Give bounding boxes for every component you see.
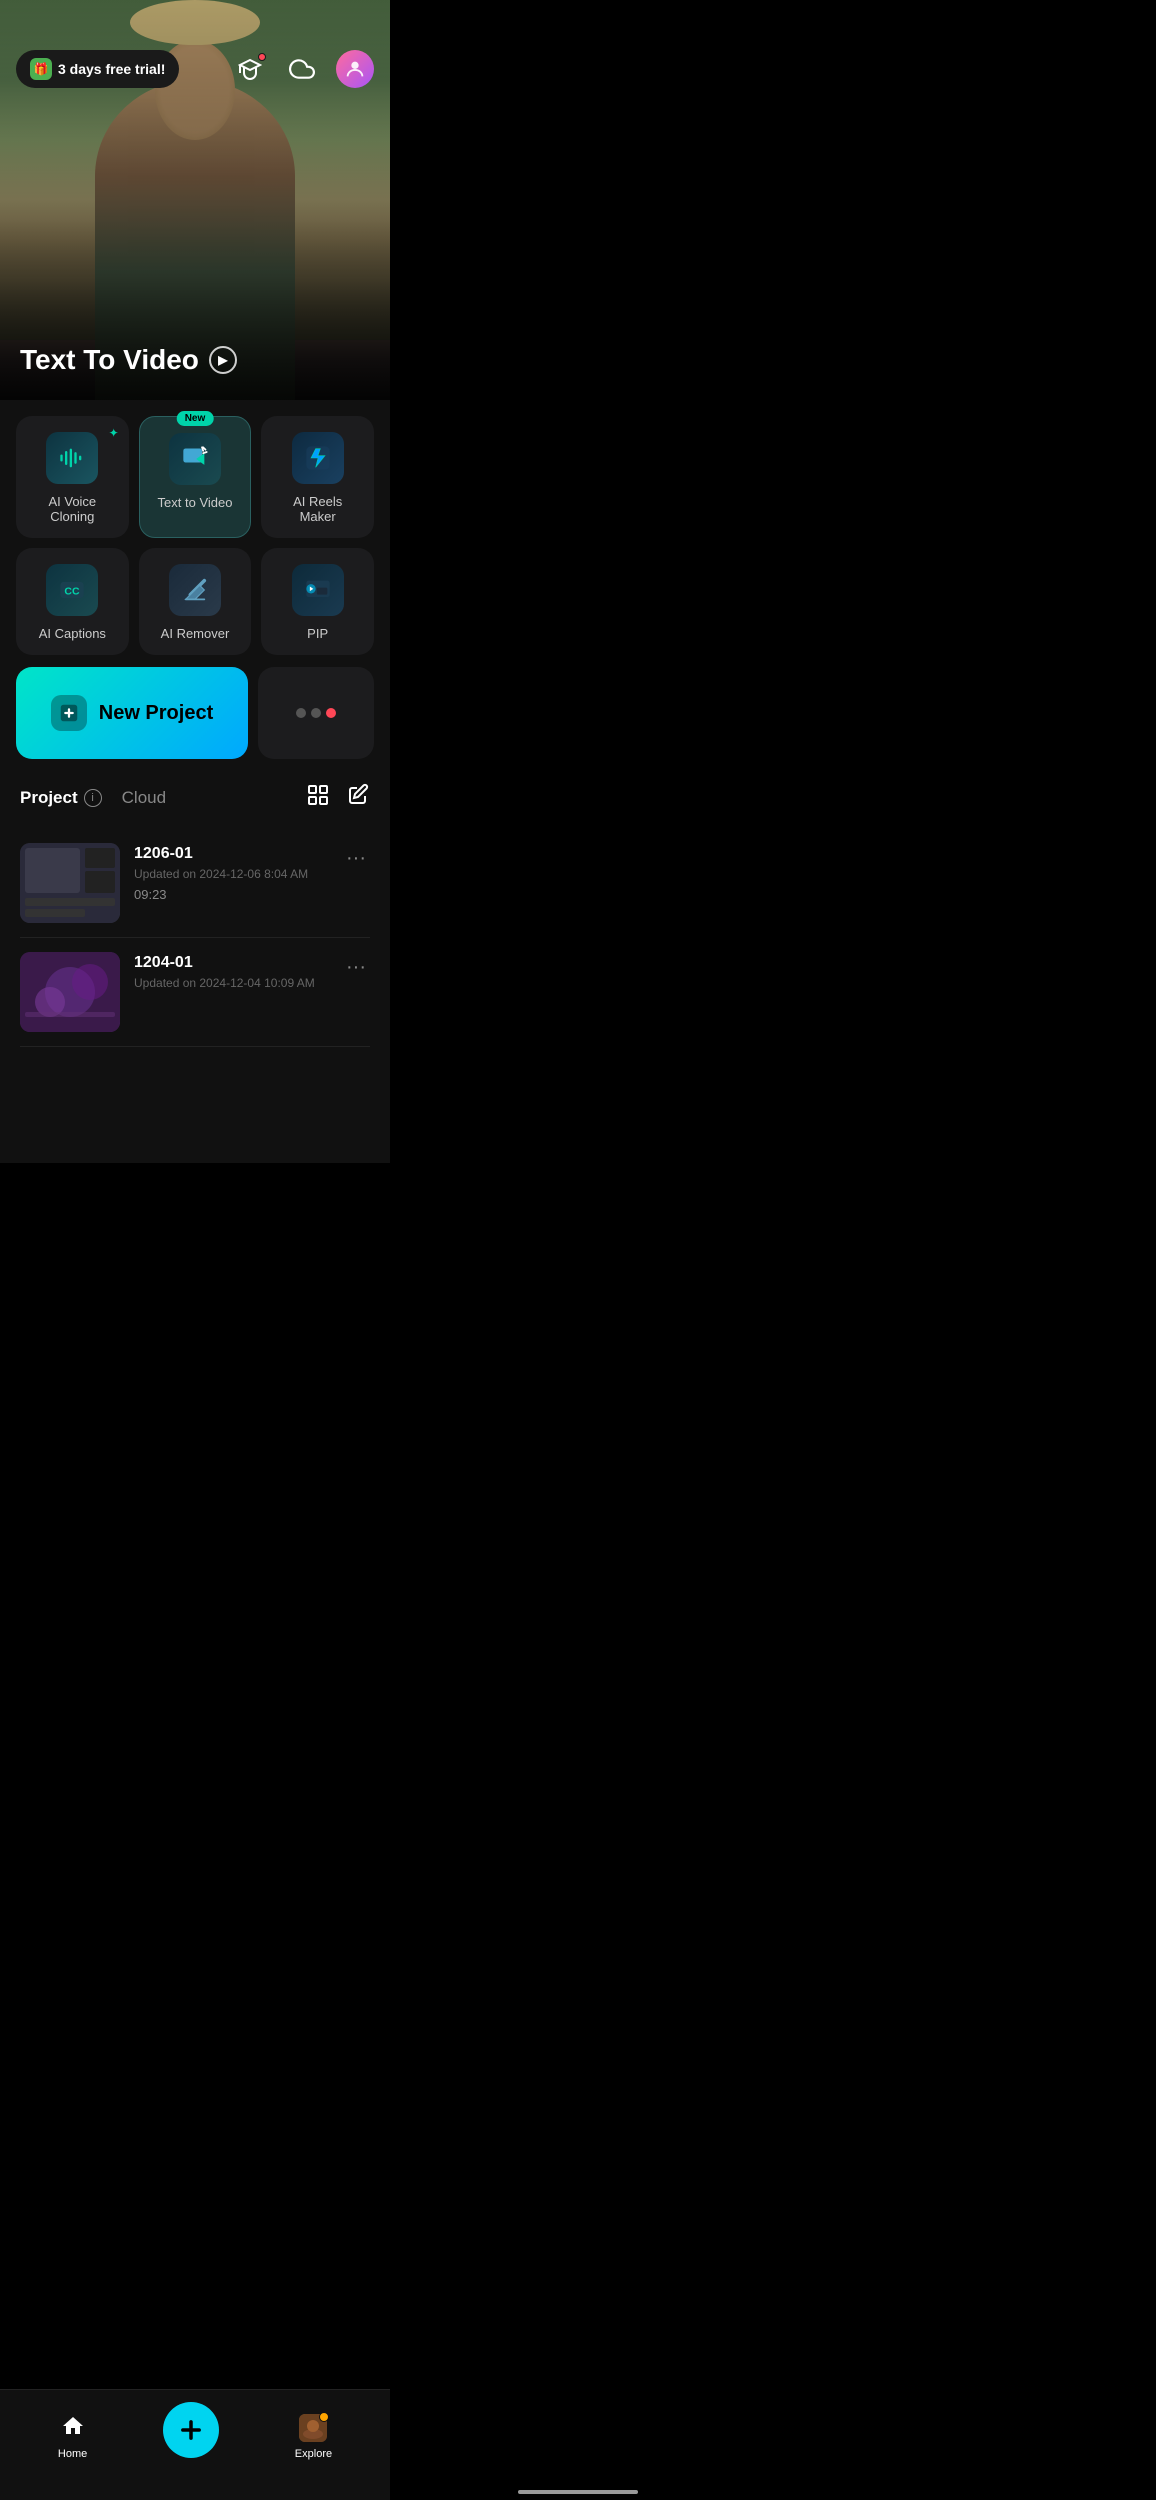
cc-icon: CC <box>58 576 86 604</box>
cloud-icon <box>289 56 315 82</box>
add-icon <box>177 2416 205 2444</box>
project-name-2: 1204-01 <box>134 954 328 972</box>
hero-title[interactable]: Text To Video ▶ <box>20 344 237 376</box>
svg-text:CC: CC <box>65 586 81 598</box>
remover-icon <box>169 564 221 616</box>
sparkle-icon: ✦ <box>109 426 119 440</box>
reels-label: AI Reels Maker <box>273 494 362 524</box>
hero-banner: 🎁 3 days free trial! <box>0 0 390 400</box>
avatar-icon <box>344 58 366 80</box>
cloud-icon-btn[interactable] <box>284 51 320 87</box>
project-tab-label: Project <box>20 788 78 808</box>
project-menu-1[interactable]: ··· <box>342 843 370 874</box>
project-item[interactable]: 1206-01 Updated on 2024-12-06 8:04 AM 09… <box>20 829 370 938</box>
explore-notification-dot <box>319 2412 329 2422</box>
play-icon: ▶ <box>218 353 227 367</box>
projects-header: Project i Cloud <box>20 783 370 813</box>
add-button[interactable] <box>163 2402 219 2458</box>
project-info-1: 1206-01 Updated on 2024-12-06 8:04 AM 09… <box>134 843 328 902</box>
home-indicator <box>518 2490 638 2494</box>
trial-badge[interactable]: 🎁 3 days free trial! <box>16 50 179 88</box>
edit-button[interactable] <box>346 783 370 813</box>
explore-thumb-wrapper <box>299 2414 327 2442</box>
thumb-preview-2 <box>20 952 120 1032</box>
trial-label: 3 days free trial! <box>58 61 165 77</box>
project-info-2: 1204-01 Updated on 2024-12-04 10:09 AM <box>134 952 328 996</box>
captions-label: AI Captions <box>39 626 106 641</box>
text-video-icon <box>169 433 221 485</box>
home-svg <box>61 2414 85 2438</box>
edit-icon <box>346 783 370 807</box>
nav-spacer <box>16 1047 374 1147</box>
reels-icon <box>292 432 344 484</box>
project-date-1: Updated on 2024-12-06 8:04 AM <box>134 867 328 881</box>
project-thumbnail-1 <box>20 843 120 923</box>
project-duration-1: 09:23 <box>134 887 328 902</box>
tool-ai-captions[interactable]: CC AI Captions <box>16 548 129 655</box>
play-button[interactable]: ▶ <box>209 346 237 374</box>
more-card[interactable] <box>258 667 374 759</box>
nav-explore[interactable]: Explore <box>295 2414 332 2460</box>
nav-home[interactable]: Home <box>58 2414 87 2460</box>
new-badge: New <box>177 411 214 426</box>
plus-square-icon <box>58 702 80 724</box>
remover-label: AI Remover <box>161 626 230 641</box>
new-project-icon <box>51 695 87 731</box>
project-name-1: 1206-01 <box>134 845 328 863</box>
new-project-button[interactable]: New Project <box>16 667 248 759</box>
main-content: ✦ AI Voice Cloning New <box>0 400 390 1163</box>
eraser-icon <box>181 576 209 604</box>
avatar[interactable] <box>336 50 374 88</box>
projects-section: Project i Cloud <box>16 783 374 1047</box>
voice-waveform-icon <box>58 444 86 472</box>
school-icon-btn[interactable] <box>232 51 268 87</box>
bottom-nav: Home Explore <box>0 2389 390 2500</box>
captions-icon: CC <box>46 564 98 616</box>
tab-project[interactable]: Project i <box>20 788 102 808</box>
header-actions <box>306 783 370 813</box>
cloud-tab-label: Cloud <box>122 788 166 808</box>
home-label: Home <box>58 2448 87 2460</box>
project-thumbnail-2 <box>20 952 120 1032</box>
tab-cloud[interactable]: Cloud <box>122 788 166 808</box>
projects-tabs: Project i Cloud <box>20 788 166 808</box>
hero-title-text: Text To Video <box>20 344 199 376</box>
tools-grid: ✦ AI Voice Cloning New <box>16 416 374 655</box>
dots-indicator <box>296 708 336 718</box>
top-icons <box>232 50 374 88</box>
dot-1 <box>296 708 306 718</box>
dot-2 <box>311 708 321 718</box>
pip-label: PIP <box>307 626 328 641</box>
grid-view-button[interactable] <box>306 783 330 813</box>
voice-icon <box>46 432 98 484</box>
tool-pip[interactable]: PIP <box>261 548 374 655</box>
new-project-label: New Project <box>99 702 213 725</box>
school-icon <box>238 57 262 81</box>
tool-text-video[interactable]: New Text to Video <box>139 416 252 538</box>
project-item-2[interactable]: 1204-01 Updated on 2024-12-04 10:09 AM ·… <box>20 938 370 1047</box>
dot-3 <box>326 708 336 718</box>
text-video-wand-icon <box>181 445 209 473</box>
project-menu-2[interactable]: ··· <box>342 952 370 983</box>
tool-ai-remover[interactable]: AI Remover <box>139 548 252 655</box>
voice-label: AI Voice Cloning <box>28 494 117 524</box>
thumb-preview-1 <box>20 843 120 923</box>
grid-icon <box>306 783 330 807</box>
action-row: New Project <box>16 667 374 759</box>
reels-bolt-icon <box>304 444 332 472</box>
home-icon <box>61 2414 85 2444</box>
explore-label: Explore <box>295 2448 332 2460</box>
notification-dot <box>258 53 266 61</box>
text-video-label: Text to Video <box>158 495 233 510</box>
info-icon[interactable]: i <box>84 789 102 807</box>
project-date-2: Updated on 2024-12-04 10:09 AM <box>134 976 328 990</box>
tool-ai-reels[interactable]: AI Reels Maker <box>261 416 374 538</box>
trial-icon: 🎁 <box>30 58 52 80</box>
tool-ai-voice[interactable]: ✦ AI Voice Cloning <box>16 416 129 538</box>
top-bar: 🎁 3 days free trial! <box>0 0 390 100</box>
pip-icon <box>292 564 344 616</box>
pip-play-icon <box>304 576 332 604</box>
